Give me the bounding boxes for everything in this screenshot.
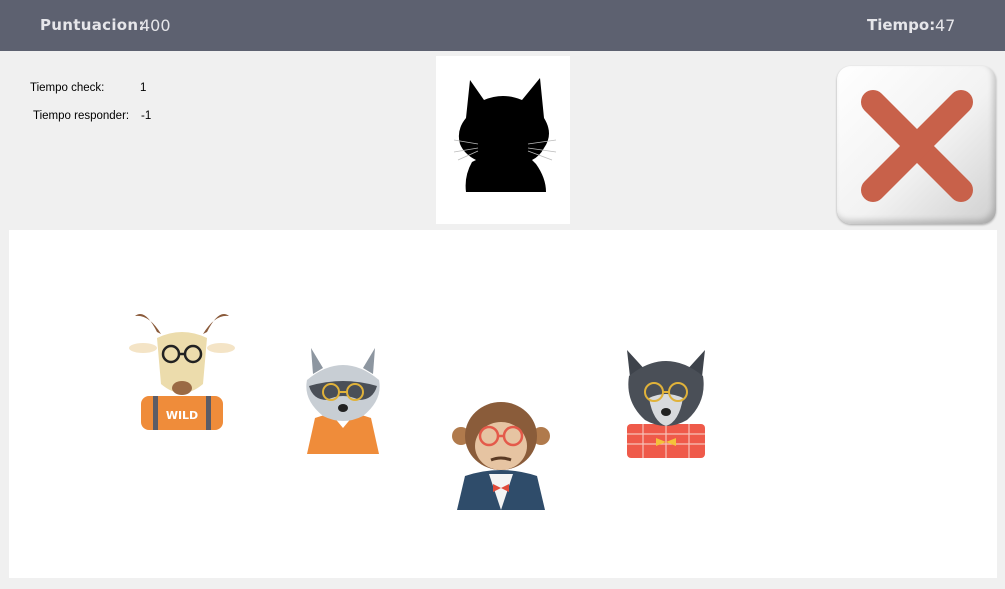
cat-silhouette-icon [453,78,557,192]
score-label: Puntuacion: [40,16,145,34]
target-silhouette-panel [436,56,570,224]
monkey-avatar[interactable] [452,402,550,510]
time-label: Tiempo: [867,16,936,34]
score-value: 400 [140,16,171,35]
respond-time-value: -1 [141,110,152,122]
check-time-value: 1 [140,82,147,94]
close-x-icon [861,90,973,202]
top-bar: Puntuacion: 400 Tiempo: 47 [0,0,1005,51]
goat-shirt-text: WILD [166,409,198,422]
wolf-avatar[interactable] [621,346,711,460]
respond-time-label: Tiempo responder: [33,110,130,122]
close-button[interactable] [837,66,996,224]
time-value: 47 [935,16,956,35]
play-area: WILD [9,230,997,578]
check-time-label: Tiempo check: [30,82,105,94]
raccoon-avatar[interactable] [293,340,393,456]
goat-avatar[interactable]: WILD [127,304,237,434]
